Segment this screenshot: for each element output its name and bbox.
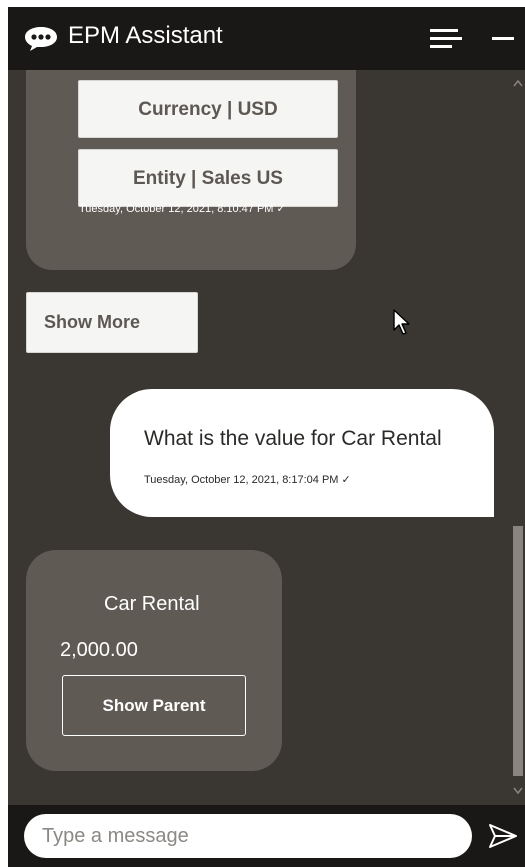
send-icon[interactable]: [487, 820, 519, 852]
user-message: What is the value for Car Rental Tuesday…: [110, 389, 494, 517]
message-timestamp: Tuesday, October 12, 2021, 8:17:04 PM ✓: [144, 474, 351, 486]
show-parent-button[interactable]: Show Parent: [62, 675, 246, 736]
user-message-text: What is the value for Car Rental: [144, 427, 442, 450]
card-title: Car Rental: [104, 593, 200, 615]
choice-button-currency[interactable]: Currency | USD: [78, 80, 338, 138]
bot-result-card: Car Rental 2,000.00 Show Parent: [26, 550, 282, 771]
scroll-up-arrow-icon[interactable]: [511, 72, 525, 94]
hamburger-icon[interactable]: [429, 24, 463, 52]
message-timestamp: Tuesday, October 12, 2021, 8:10:47 PM ✓: [79, 203, 286, 215]
scrollbar[interactable]: [511, 70, 525, 805]
choice-button-entity[interactable]: Entity | Sales US: [78, 149, 338, 207]
message-input[interactable]: [24, 814, 472, 858]
mouse-pointer-icon: [393, 309, 410, 335]
chat-header: EPM Assistant: [8, 7, 525, 70]
scroll-down-arrow-icon[interactable]: [511, 780, 525, 802]
conversation-area: Currency | USD Entity | Sales US Tuesday…: [8, 70, 525, 805]
bot-message-choices: Currency | USD Entity | Sales US Tuesday…: [26, 70, 356, 270]
minimize-icon[interactable]: [486, 24, 518, 52]
card-value: 2,000.00: [60, 639, 138, 661]
chat-window: EPM Assistant Currency | USD Entity | Sa…: [8, 7, 525, 867]
scrollbar-thumb[interactable]: [513, 526, 523, 776]
left-edge: [0, 0, 8, 867]
header-title: EPM Assistant: [68, 22, 223, 49]
show-more-button[interactable]: Show More: [26, 292, 198, 353]
chat-bubble-icon: [25, 27, 57, 51]
message-composer: [8, 805, 525, 867]
